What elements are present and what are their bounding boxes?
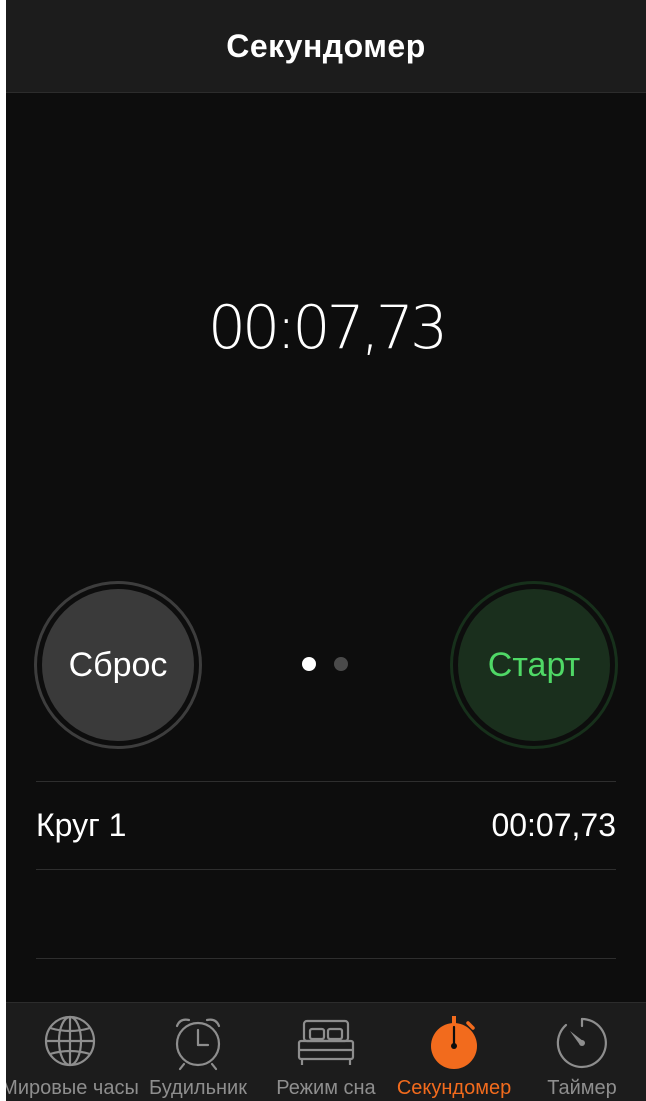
start-button[interactable]: Старт: [450, 581, 618, 749]
tab-stopwatch[interactable]: Секундомер: [390, 1003, 518, 1101]
lap-divider-empty: [36, 958, 616, 959]
tab-label-alarm: Будильник: [149, 1077, 247, 1099]
start-button-label: Старт: [458, 589, 610, 741]
tab-world-clock[interactable]: Мировые часы: [6, 1003, 139, 1101]
tab-label-timer: Таймер: [547, 1077, 617, 1099]
lap-label: Круг 1: [36, 807, 127, 843]
tab-alarm[interactable]: Будильник: [134, 1003, 262, 1101]
tab-bar: Мировые часы Будильник Режим сна Секундо…: [6, 1002, 646, 1101]
tab-sleep[interactable]: Режим сна: [262, 1003, 390, 1101]
navigation-bar: Секундомер: [6, 0, 646, 93]
reset-button[interactable]: Сброс: [34, 581, 202, 749]
bed-icon: [297, 1019, 355, 1065]
page-dot-1[interactable]: [302, 657, 316, 671]
tab-timer[interactable]: Таймер: [518, 1003, 646, 1101]
reset-button-label: Сброс: [42, 589, 194, 741]
timer-icon: [556, 1017, 607, 1069]
stopwatch-icon: [431, 1016, 477, 1069]
lap-divider: [36, 869, 616, 870]
alarm-clock-icon: [175, 1018, 221, 1071]
tab-label-sleep: Режим сна: [276, 1077, 376, 1099]
page-dot-2[interactable]: [334, 657, 348, 671]
globe-icon: [44, 1015, 96, 1067]
stopwatch-app: Секундомер 00:07,73 Сброс Старт Круг 1 0…: [6, 0, 646, 1101]
lap-time: 00:07,73: [491, 807, 616, 843]
tab-label-stopwatch: Секундомер: [396, 1077, 512, 1099]
page-title: Секундомер: [226, 28, 426, 64]
page-indicator[interactable]: [302, 657, 348, 671]
lap-row: Круг 1 00:07,73: [36, 782, 616, 869]
stopwatch-time-display: 00:07,73: [207, 293, 448, 363]
